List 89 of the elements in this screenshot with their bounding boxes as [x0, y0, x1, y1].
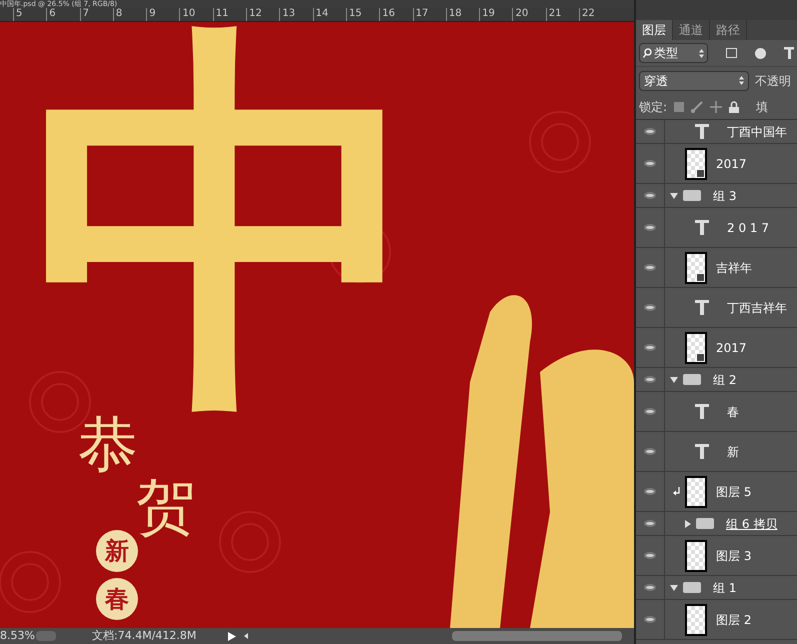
expand-arrow-icon[interactable] — [670, 376, 678, 382]
lock-label: 锁定: — [639, 98, 668, 116]
eye-icon[interactable] — [644, 488, 656, 495]
layer-thumbnail — [685, 604, 707, 636]
folder-icon — [683, 190, 701, 201]
move-icon[interactable] — [710, 100, 722, 112]
ruler-number: 20 — [515, 8, 528, 19]
ruler-number: 5 — [16, 8, 22, 19]
text-layer-icon — [695, 444, 709, 459]
spinner-icon — [739, 76, 744, 85]
layer-name[interactable]: 吉祥年 — [716, 258, 752, 276]
eye-icon[interactable] — [644, 160, 656, 167]
horizontal-scrollbar[interactable] — [452, 631, 622, 641]
eye-icon[interactable] — [644, 520, 656, 527]
layer-thumbnail — [685, 332, 707, 364]
layer-name[interactable]: 2017 — [716, 154, 747, 172]
folder-icon — [683, 582, 701, 593]
layer-name[interactable]: 图层 5 — [716, 482, 752, 500]
layer-thumbnail — [685, 252, 707, 284]
layer-name[interactable]: 2017 — [716, 338, 747, 356]
text-layer-icon — [695, 220, 709, 235]
play-icon[interactable] — [228, 632, 236, 640]
spinner-icon — [698, 48, 704, 58]
lock-icon[interactable] — [729, 100, 740, 112]
text-layer-icon — [695, 124, 709, 139]
eye-icon[interactable] — [644, 128, 656, 135]
eye-icon[interactable] — [644, 448, 656, 455]
scroll-left-icon[interactable] — [244, 633, 248, 639]
expand-arrow-icon[interactable] — [670, 192, 678, 198]
eye-icon[interactable] — [644, 344, 656, 351]
ruler-number: 19 — [482, 8, 495, 19]
search-icon — [643, 48, 652, 58]
eye-icon[interactable] — [644, 192, 656, 199]
ruler-number: 16 — [382, 8, 395, 19]
adjustment-filter-icon[interactable] — [755, 48, 766, 58]
folder-icon — [683, 374, 701, 385]
ruler-number: 12 — [249, 8, 262, 19]
eye-icon[interactable] — [644, 304, 656, 311]
image-filter-icon[interactable] — [726, 48, 738, 58]
zoom-level[interactable]: 8.53% — [0, 628, 34, 644]
text-layer-icon — [695, 404, 709, 419]
layer-name[interactable]: 春 — [727, 402, 739, 420]
eye-icon[interactable] — [644, 584, 656, 591]
eye-icon[interactable] — [644, 616, 656, 623]
ruler-number: 22 — [582, 8, 595, 19]
greeting-character: 贺 — [136, 476, 196, 538]
panel-tab[interactable]: 图层 — [636, 20, 673, 40]
layer-thumbnail — [685, 476, 707, 508]
ruler-number: 9 — [149, 8, 156, 19]
folder-icon — [696, 518, 714, 529]
ruler-number: 13 — [282, 8, 296, 19]
layer-name[interactable]: 组 3 — [713, 186, 736, 204]
layer-name[interactable]: 新 — [727, 442, 739, 460]
filter-dropdown[interactable]: 类型 — [639, 43, 708, 63]
opacity-label: 不透明 — [755, 72, 791, 90]
layer-name[interactable]: 2 0 1 7 — [727, 218, 769, 236]
layer-thumbnail — [685, 540, 707, 572]
ruler-number: 6 — [49, 8, 56, 19]
eye-icon[interactable] — [644, 264, 656, 271]
eye-icon[interactable] — [644, 376, 656, 383]
ruler-number: 14 — [316, 8, 328, 19]
expand-arrow-icon[interactable] — [670, 584, 678, 590]
ruler-number: 11 — [216, 8, 229, 19]
ruler-number: 17 — [416, 8, 428, 19]
layer-name[interactable]: 图层 3 — [716, 546, 752, 564]
status-toggle-icon[interactable] — [36, 631, 56, 641]
layer-name[interactable]: 丁酉中国年 — [727, 122, 787, 140]
text-layer-icon — [695, 300, 709, 315]
brush-icon[interactable] — [691, 100, 704, 112]
layer-thumbnail — [685, 148, 707, 180]
ruler-number: 18 — [448, 8, 462, 19]
layer-name[interactable]: 组 2 — [713, 370, 736, 388]
ruler-number: 10 — [182, 8, 196, 19]
eye-icon[interactable] — [644, 224, 656, 231]
document-size: 文档:74.4M/412.8M — [92, 628, 198, 644]
eye-icon[interactable] — [644, 552, 656, 559]
layer-name[interactable]: 丁西吉祥年 — [727, 298, 787, 316]
collapse-arrow-icon[interactable] — [685, 520, 691, 528]
ruler-number: 15 — [348, 8, 362, 19]
layer-name[interactable]: 组 1 — [713, 578, 736, 596]
ruler-number: 21 — [548, 8, 562, 19]
layer-name[interactable]: 组 6 拷贝 — [726, 514, 778, 532]
text-filter-icon[interactable] — [784, 47, 794, 59]
ruler-number: 7 — [82, 8, 89, 19]
fill-label: 填 — [756, 98, 768, 116]
ruler-number: 8 — [116, 8, 122, 19]
eye-icon[interactable] — [644, 408, 656, 415]
layer-name[interactable]: 图层 2 — [716, 610, 752, 628]
blend-mode-dropdown[interactable]: 穿透 — [639, 70, 749, 90]
